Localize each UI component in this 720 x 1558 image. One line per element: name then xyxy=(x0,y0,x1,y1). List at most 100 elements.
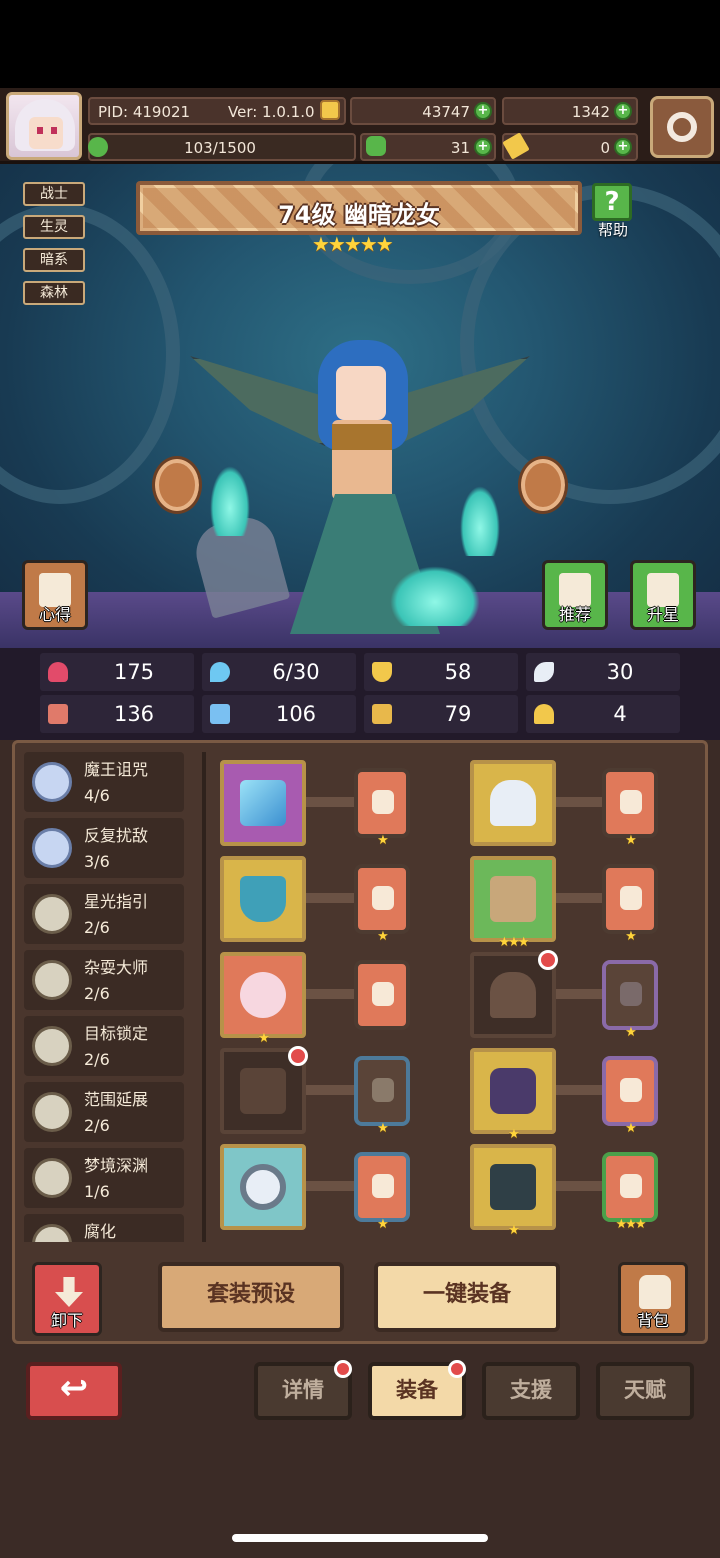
gold-coin-icon xyxy=(320,100,340,120)
rune-socket[interactable]: ★ xyxy=(354,1152,410,1232)
set-name: 杂耍大师 xyxy=(84,958,149,977)
rune-socket[interactable]: ★ xyxy=(354,1056,410,1136)
auto-equip-button[interactable]: 一键装备 xyxy=(374,1262,560,1332)
tab-talent[interactable]: 天赋 xyxy=(596,1362,694,1420)
stat-energy: 6/30 xyxy=(202,653,356,691)
avatar-eye xyxy=(37,127,43,134)
add-clover-button[interactable]: + xyxy=(474,138,492,156)
avatar-eye xyxy=(51,127,57,134)
star-up-button[interactable]: 升星 xyxy=(630,560,696,630)
stat-value: 58 xyxy=(444,660,472,684)
set-item[interactable]: 魔王诅咒 4/6 xyxy=(24,752,184,812)
player-avatar[interactable] xyxy=(6,92,82,160)
set-name: 腐化 xyxy=(84,1222,117,1241)
set-preset-button[interactable]: 套装预设 xyxy=(158,1262,344,1332)
hero-title-banner: 74级 幽暗龙女 xyxy=(136,181,582,235)
shield-item-icon xyxy=(240,876,286,922)
equip-slot-weapon[interactable] xyxy=(220,760,306,846)
set-item[interactable]: 范围延展 2/6 xyxy=(24,1082,184,1142)
set-item[interactable]: 星光指引 2/6 xyxy=(24,884,184,944)
dream-emblem-icon xyxy=(32,1158,72,1198)
stat-luck: 4 xyxy=(526,695,680,733)
range-emblem-icon xyxy=(32,1092,72,1132)
notification-dot xyxy=(334,1360,352,1378)
notes-button[interactable]: 心得 xyxy=(22,560,88,630)
set-item[interactable]: 目标锁定 2/6 xyxy=(24,1016,184,1076)
hero-tag-terrain: 森林 xyxy=(23,281,85,305)
winged-helmet-icon xyxy=(490,780,536,826)
equip-slot-amulet[interactable]: ★ xyxy=(220,952,306,1046)
rune-icon xyxy=(372,886,394,910)
claw-emblem-icon xyxy=(32,828,72,868)
add-gems-button[interactable]: + xyxy=(614,102,632,120)
back-button[interactable]: ↩ xyxy=(26,1362,122,1420)
rune-stars: ★ xyxy=(625,1025,637,1040)
crystal-sword-icon xyxy=(240,780,286,826)
slot-stars: ★ xyxy=(508,1127,520,1142)
panel-divider xyxy=(202,752,206,1242)
rune-socket[interactable]: ★ xyxy=(354,768,410,848)
equip-slot-ring[interactable] xyxy=(220,1144,306,1230)
slot-link xyxy=(550,1085,610,1095)
equip-slot-helmet[interactable] xyxy=(470,760,556,846)
tab-support[interactable]: 支援 xyxy=(482,1362,580,1420)
settings-button[interactable] xyxy=(650,96,714,158)
target-emblem-icon xyxy=(32,1026,72,1066)
spirit-flame xyxy=(210,466,250,536)
rune-icon xyxy=(620,1174,642,1198)
gold-amount: 43747 xyxy=(422,103,470,121)
gem-amount: 1342 xyxy=(571,103,610,121)
hero-tag-element: 暗系 xyxy=(23,248,85,272)
heart-amulet-icon xyxy=(240,972,286,1018)
rune-icon xyxy=(372,1174,394,1198)
help-button[interactable]: ? 帮助 xyxy=(588,183,638,239)
equip-slot-armor[interactable]: ★★★ xyxy=(470,856,556,950)
equip-slot-belt[interactable]: ★ xyxy=(470,1048,556,1142)
rune-icon xyxy=(620,1078,642,1102)
rune-icon xyxy=(620,790,642,814)
previous-hero-button[interactable] xyxy=(152,456,202,514)
rune-socket[interactable]: ★ xyxy=(602,960,658,1040)
game-version: Ver: 1.0.1.0 xyxy=(228,103,315,121)
rune-stars: ★★★ xyxy=(615,1217,647,1232)
rune-socket[interactable]: ★ xyxy=(602,768,658,848)
set-item[interactable]: 腐化 xyxy=(24,1214,184,1242)
home-indicator[interactable] xyxy=(232,1534,488,1542)
equip-slot-shield[interactable] xyxy=(220,856,306,942)
help-label: 帮助 xyxy=(597,221,628,239)
stat-value: 106 xyxy=(275,702,317,726)
slot-link xyxy=(550,989,610,999)
unequip-button[interactable]: 卸下 xyxy=(32,1262,102,1336)
clover-icon xyxy=(366,136,386,156)
empty-slot-icon xyxy=(240,1068,286,1114)
set-name: 目标锁定 xyxy=(84,1024,149,1043)
stat-value: 30 xyxy=(606,660,634,684)
question-icon: ? xyxy=(592,183,632,221)
rune-socket[interactable]: ★ xyxy=(354,864,410,944)
set-name: 范围延展 xyxy=(84,1090,149,1109)
add-keys-button[interactable]: + xyxy=(614,138,632,156)
stat-skill: 79 xyxy=(364,695,518,733)
set-count: 2/6 xyxy=(84,918,110,937)
rune-socket[interactable]: ★ xyxy=(602,1056,658,1136)
set-bonus-list[interactable]: 魔王诅咒 4/6 反复扰敌 3/6 星光指引 2/6 杂耍大师 2/6 目标锁定… xyxy=(20,752,188,1242)
stat-speed: 30 xyxy=(526,653,680,691)
set-name: 魔王诅咒 xyxy=(84,760,149,779)
recommend-button[interactable]: 推荐 xyxy=(542,560,608,630)
rune-socket[interactable] xyxy=(354,960,410,1030)
set-item[interactable]: 杂耍大师 2/6 xyxy=(24,950,184,1010)
stat-health: 175 xyxy=(40,653,194,691)
set-item[interactable]: 梦境深渊 1/6 xyxy=(24,1148,184,1208)
set-item[interactable]: 反复扰敌 3/6 xyxy=(24,818,184,878)
add-gold-button[interactable]: + xyxy=(474,102,492,120)
rune-stars: ★ xyxy=(377,929,389,944)
slot-stars: ★ xyxy=(258,1031,270,1046)
rune-socket[interactable]: ★★★ xyxy=(602,1152,658,1232)
set-count: 4/6 xyxy=(84,786,110,805)
rune-socket[interactable]: ★ xyxy=(602,864,658,944)
character-face xyxy=(336,366,386,420)
next-hero-button[interactable] xyxy=(518,456,568,514)
equip-slot-gloves[interactable]: ★ xyxy=(470,1144,556,1238)
bag-button[interactable]: 背包 xyxy=(618,1262,688,1336)
slot-link xyxy=(550,1181,610,1191)
